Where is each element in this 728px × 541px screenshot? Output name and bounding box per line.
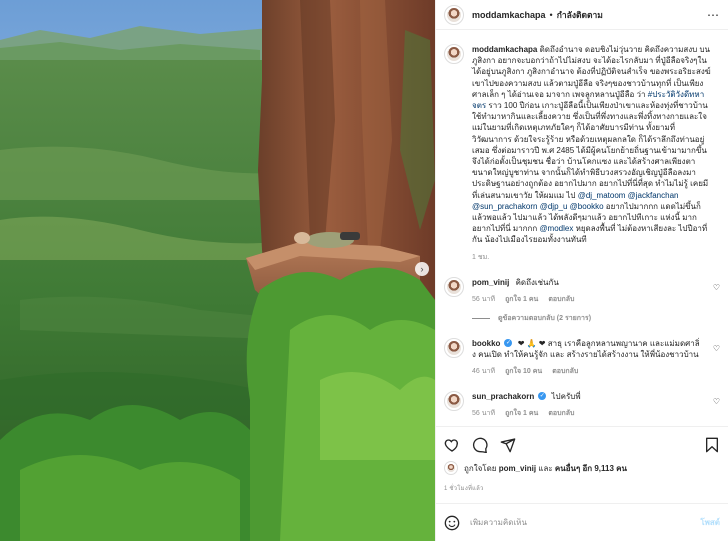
reply-button[interactable]: ตอบกลับ (548, 294, 574, 305)
caption-username[interactable]: moddamkachapa (472, 45, 537, 54)
caption-body-2: ราว 100 ปีก่อน เกาะปู่อีลือนี้เป็นเพียงป… (472, 101, 709, 200)
avatar[interactable] (444, 390, 464, 411)
comment-username[interactable]: sun_prachakorn (472, 392, 534, 401)
comment-item: bookko ✓ ❤ 🙏 ❤ สาธุ เราคือลูกหลานพญานาค แ… (444, 337, 720, 377)
caption-text: moddamkachapa ดิดถึงอำนาจ ดอบชิงไม่วุ่นว… (472, 44, 712, 246)
verified-icon: ✓ (504, 339, 513, 348)
replies-line (472, 317, 490, 319)
comment-likes[interactable]: ถูกใจ 1 คน (505, 408, 538, 419)
comment-likes[interactable]: ถูกใจ 1 คน (505, 294, 538, 305)
comment-text: คิดถึงเช่นกัน (515, 277, 559, 287)
likes-and: และ (538, 463, 553, 473)
heart-icon[interactable]: ♡ (713, 283, 720, 292)
comment-text: ไปครับพี่ (551, 391, 581, 401)
comment-username[interactable]: pom_vinij (472, 278, 509, 287)
avatar[interactable] (444, 461, 458, 475)
share-icon[interactable] (500, 437, 516, 453)
cliff-landscape-image (0, 0, 435, 541)
post-comment-button[interactable]: โพสต์ (700, 516, 720, 529)
emoji-icon[interactable] (444, 515, 460, 531)
post-header: moddamkachapa • กำลังติดตาม ⋯ (436, 0, 728, 30)
avatar[interactable] (444, 44, 464, 64)
post-timestamp: 1 ชั่วโมงที่แล้ว (444, 486, 484, 492)
comment-item: pom_vinij คิดถึงเช่นกัน 56 นาที ถูกใจ 1 … (444, 276, 720, 305)
add-comment-bar: โพสต์ (436, 503, 728, 541)
verified-icon: ✓ (538, 392, 547, 401)
post-actions: ถูกใจโดย pom_vinij และ คนอื่นๆ อีก 9,113… (436, 426, 728, 493)
separator-dot: • (549, 9, 553, 20)
comment-time: 46 นาที (472, 367, 496, 375)
reply-button[interactable]: ตอบกลับ (548, 408, 574, 419)
like-heart-icon[interactable] (444, 437, 460, 453)
avatar[interactable] (444, 4, 464, 25)
avatar[interactable] (444, 276, 464, 297)
more-options-icon[interactable]: ⋯ (707, 8, 720, 22)
carousel-next-button[interactable]: › (415, 262, 429, 276)
bookmark-icon[interactable] (704, 437, 720, 453)
following-button[interactable]: กำลังติดตาม (557, 8, 603, 22)
comment-likes[interactable]: ถูกใจ 10 คน (505, 366, 542, 377)
post-caption: moddamkachapa ดิดถึงอำนาจ ดอบชิงไม่วุ่นว… (444, 30, 720, 246)
comment-username[interactable]: bookko (472, 339, 500, 348)
heart-icon[interactable]: ♡ (713, 397, 720, 406)
header-username[interactable]: moddamkachapa (472, 10, 546, 20)
comment-input[interactable] (470, 518, 701, 527)
view-replies-button[interactable]: ดูข้อความตอบกลับ (2 รายการ) (472, 313, 720, 324)
comment-time: 56 นาที (472, 409, 496, 417)
comment-item: sun_prachakorn ✓ ไปครับพี่ 56 นาที ถูกใจ … (444, 390, 720, 419)
comments-scroll-area[interactable]: moddamkachapa ดิดถึงอำนาจ ดอบชิงไม่วุ่นว… (436, 30, 728, 426)
post-detail-panel: moddamkachapa • กำลังติดตาม ⋯ moddamkach… (435, 0, 728, 541)
likes-prefix: ถูกใจโดย (464, 463, 497, 473)
likes-summary: ถูกใจโดย pom_vinij และ คนอื่นๆ อีก 9,113… (444, 461, 720, 475)
caption-time: 1 ชม. (472, 253, 490, 261)
likes-user[interactable]: pom_vinij (499, 464, 536, 473)
view-replies-label[interactable]: ดูข้อความตอบกลับ (2 รายการ) (498, 313, 591, 324)
comment-icon[interactable] (472, 437, 488, 453)
likes-others[interactable]: คนอื่นๆ อีก 9,113 คน (555, 462, 627, 475)
comment-time: 56 นาที (472, 295, 496, 303)
post-photo[interactable]: › (0, 0, 435, 541)
heart-icon[interactable]: ♡ (713, 344, 720, 353)
reply-button[interactable]: ตอบกลับ (552, 366, 578, 377)
mention-link-modlex[interactable]: @modlex (539, 224, 573, 233)
avatar[interactable] (444, 337, 464, 358)
